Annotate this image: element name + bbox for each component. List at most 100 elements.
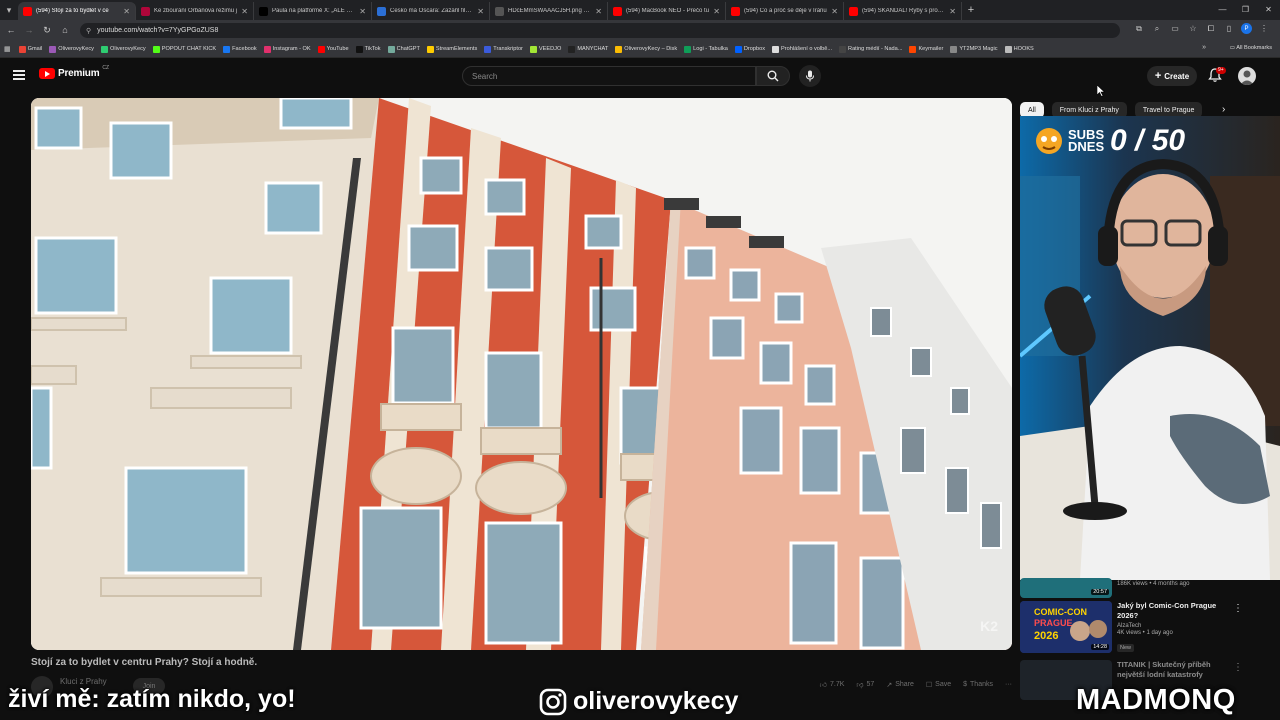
browser-tab[interactable]: (594) Co a proč se děje v Íránu ✕ [726,2,844,20]
browser-tab[interactable]: (594) Stojí za to bydlet v ce ✕ [18,2,136,20]
bookmark-label: YT2MP3 Magic [959,46,998,52]
tab-title: (594) Stojí za to bydlet v ce [36,8,109,14]
browser-menu-icon[interactable]: ⋮ [1258,24,1270,33]
tab-search-button[interactable]: ▾ [0,0,18,20]
video-player[interactable]: K2 [31,98,1012,650]
search-input[interactable]: Search [462,66,756,86]
zoom-icon[interactable]: ⌕ [1151,24,1163,34]
browser-tab[interactable]: Ke zbourání Orbánova režimu j ✕ [136,2,254,20]
bookmark-item[interactable]: Dropbox [734,45,765,53]
recommendation-item[interactable]: 20:57 186K views • 4 months ago [1020,560,1280,600]
more-actions-icon[interactable]: ··· [1005,680,1012,689]
close-tab-icon[interactable]: ✕ [595,7,602,16]
youtube-premium-logo[interactable]: Premium CZ [39,65,109,79]
bookmark-item[interactable]: Gmail [18,45,42,53]
create-button[interactable]: + Create [1147,66,1197,86]
search-button[interactable] [756,66,790,86]
bookmark-star-icon[interactable]: ☆ [1187,24,1199,33]
bookmark-favicon-icon [950,45,958,53]
chevron-right-icon[interactable]: › [1222,104,1225,115]
extensions-icon[interactable]: ⧠ [1205,24,1217,34]
save-icon: ☐ [925,681,933,689]
share-button[interactable]: ↗ Share [886,680,914,689]
video-thumbnail[interactable]: COMIC-CON PRAGUE 2026 14:28 [1020,601,1112,653]
emoji-face-icon [1036,128,1062,154]
bookmark-item[interactable]: Instagram - OK [263,45,311,53]
bookmark-label: ChatGPT [396,46,420,52]
close-window-button[interactable]: ✕ [1257,0,1280,20]
close-tab-icon[interactable]: ✕ [477,7,484,16]
account-avatar[interactable] [1238,67,1256,85]
browser-tab[interactable]: Česko má Oscara: Zazářil film o ✕ [372,2,490,20]
browser-tab[interactable]: Paula na platformě X: „ALE PAV ✕ [254,2,372,20]
bookmark-item[interactable]: YT2MP3 Magic [950,45,998,53]
tab-favicon-icon [141,6,150,16]
bookmark-item[interactable]: OliverovyKecy [49,45,94,53]
browser-tab[interactable]: (594) MacBook NEO - Prečo tu ✕ [608,2,726,20]
close-tab-icon[interactable]: ✕ [713,7,720,16]
home-button[interactable]: ⌂ [56,25,74,36]
bookmark-item[interactable]: Transkriptor [484,45,523,53]
bookmark-item[interactable]: POPOUT CHAT KICK [152,45,216,53]
bookmark-label: MANYCHAT [577,46,609,52]
bookmark-label: Keymailer [918,46,944,52]
site-info-icon[interactable]: ⚲ [86,27,91,35]
bookmark-item[interactable]: Prohlášení o volbě... [772,45,832,53]
menu-icon[interactable] [13,70,25,80]
forward-button[interactable]: → [20,25,38,36]
bookmark-item[interactable]: ChatGPT [387,45,420,53]
close-tab-icon[interactable]: ✕ [241,7,248,16]
bookmark-favicon-icon [1004,45,1012,53]
video-stats: 186K views • 4 months ago [1117,581,1190,587]
toolbar-icons: ⧉ ⌕ ▭ ☆ ⧠ ▯ P ⋮ [1133,23,1270,34]
bookmarks-overflow-icon[interactable]: » [1202,44,1206,51]
bookmark-item[interactable]: TikTok [355,45,381,53]
sidepanel-icon[interactable]: ▯ [1223,24,1235,33]
bookmark-favicon-icon [568,45,576,53]
bookmark-item[interactable]: Logi - Tabulka [684,45,728,53]
tab-title: HDcEMmSWAAACJ5H.png (10 [508,8,592,14]
browser-tab[interactable]: (594) SKANDÁL! Ryby s pročíje ✕ [844,2,962,20]
cast-icon[interactable]: ▭ [1169,24,1181,33]
profile-button[interactable]: P [1241,23,1252,34]
save-button[interactable]: ☐ Save [926,680,951,689]
close-tab-icon[interactable]: ✕ [123,7,130,16]
translate-icon[interactable]: ⧉ [1133,24,1145,34]
reload-button[interactable]: ↻ [38,25,56,36]
bookmark-item[interactable]: Facebook [223,45,257,53]
more-options-icon[interactable]: ⋮ [1233,603,1243,614]
address-bar[interactable]: ⚲ youtube.com/watch?v=7YyGPGoZUS8 [80,23,1120,38]
bookmark-item[interactable]: StreamElements [426,45,478,53]
bookmark-item[interactable]: HOOKS [1004,45,1034,53]
like-button[interactable]: 👍︎ 7.7K [820,680,845,689]
bookmark-item[interactable]: YouTube [317,45,349,53]
thanks-button[interactable]: $ Thanks [963,680,993,689]
video-thumbnail[interactable]: 20:57 [1020,578,1112,598]
url-text: youtube.com/watch?v=7YyGPGoZUS8 [97,27,219,34]
all-bookmarks-link[interactable]: ▭ All Bookmarks [1230,45,1272,51]
browser-tab[interactable]: HDcEMmSWAAACJ5H.png (10 ✕ [490,2,608,20]
bookmark-item[interactable]: Rating médií - Nada... [839,45,902,53]
bookmark-item[interactable]: OliverovyKecy [100,45,146,53]
close-tab-icon[interactable]: ✕ [949,7,956,16]
bookmark-label: StreamElements [435,46,478,52]
close-tab-icon[interactable]: ✕ [831,7,838,16]
voice-search-button[interactable] [799,65,821,87]
more-options-icon[interactable]: ⋮ [1233,662,1243,673]
bookmark-item[interactable]: OliverovyKecy – Disk [615,45,677,53]
new-tab-button[interactable]: + [962,4,980,16]
minimize-button[interactable]: — [1211,0,1234,20]
apps-icon[interactable]: ▦ [4,45,11,53]
bookmark-item[interactable]: MANYCHAT [568,45,609,53]
bookmark-favicon-icon [909,45,917,53]
duration-badge: 20:57 [1091,589,1109,595]
bookmark-item[interactable]: VEEDJO [529,45,561,53]
close-tab-icon[interactable]: ✕ [359,7,366,16]
recommendation-item[interactable]: COMIC-CON PRAGUE 2026 14:28 Jaký byl Com… [1020,601,1280,655]
dislike-button[interactable]: 👎︎ 57 [856,680,874,689]
bookmark-favicon-icon [152,45,160,53]
bookmark-item[interactable]: Keymailer [909,45,944,53]
maximize-button[interactable]: ❐ [1234,0,1257,20]
browser-tab-strip: ▾ (594) Stojí za to bydlet v ce ✕ Ke zbour… [0,0,1280,20]
back-button[interactable]: ← [2,25,20,36]
